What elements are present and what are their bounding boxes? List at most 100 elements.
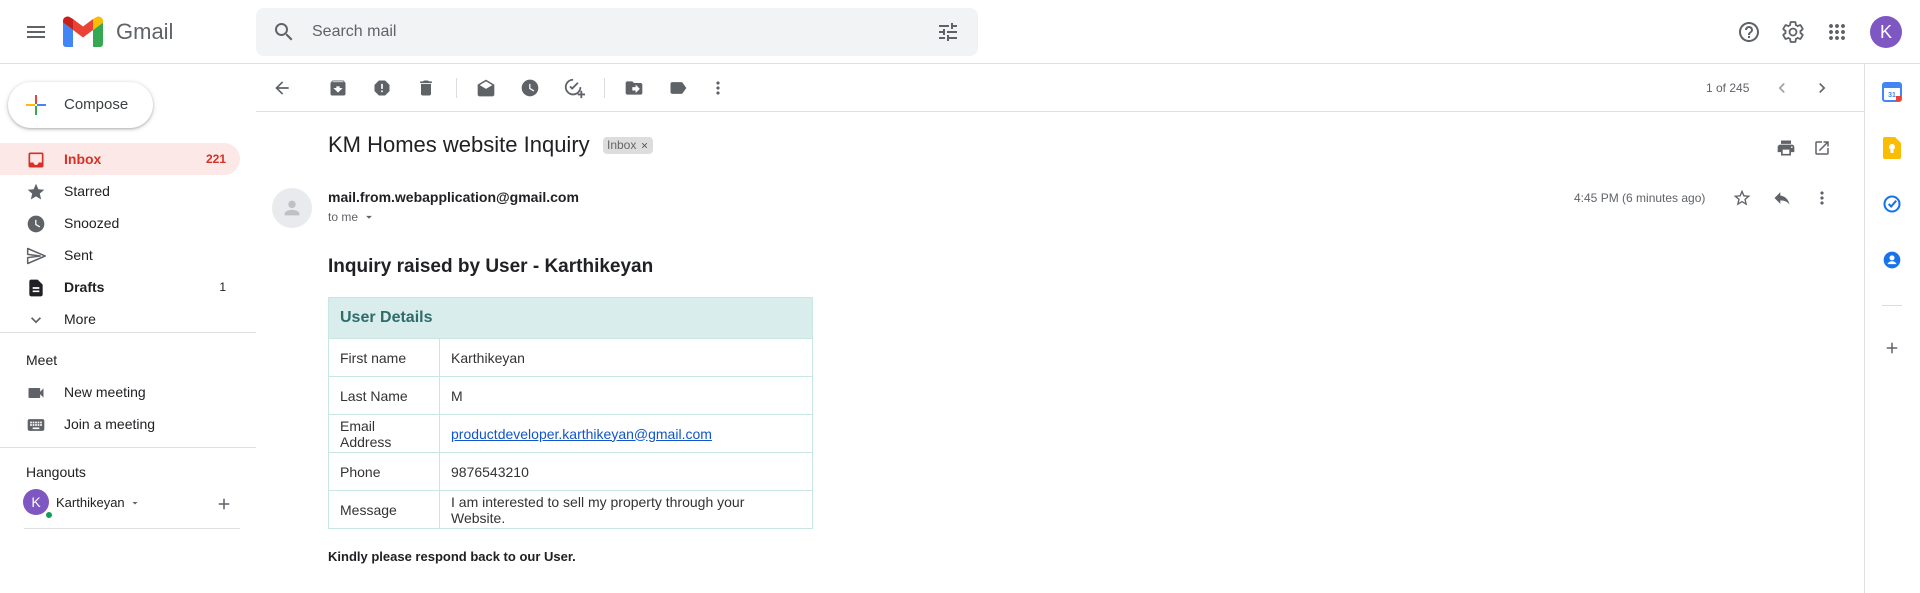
field-key: First name bbox=[328, 338, 440, 377]
open-new-window-icon bbox=[1813, 139, 1831, 157]
open-in-new-window-button[interactable] bbox=[1802, 128, 1842, 168]
message-more-button[interactable] bbox=[1802, 178, 1842, 218]
sender-email[interactable]: mail.from.webapplication@gmail.com bbox=[328, 189, 579, 205]
tune-icon bbox=[936, 20, 960, 44]
recipient-details[interactable]: to me bbox=[328, 210, 376, 224]
closing-text: Kindly please respond back to our User. bbox=[328, 549, 576, 564]
keep-button[interactable] bbox=[1876, 132, 1908, 164]
sidebar-divider bbox=[0, 332, 256, 333]
settings-button[interactable] bbox=[1773, 12, 1813, 52]
chevron-right-icon bbox=[1812, 78, 1832, 98]
archive-button[interactable] bbox=[318, 68, 358, 108]
arrow-drop-down-icon bbox=[362, 210, 376, 224]
sidebar-item-sent[interactable]: Sent bbox=[0, 239, 240, 271]
inbox-label-chip[interactable]: Inbox bbox=[603, 137, 654, 154]
sidebar-item-label: More bbox=[64, 311, 96, 327]
new-conversation-button[interactable] bbox=[212, 492, 236, 516]
move-to-button[interactable] bbox=[614, 68, 654, 108]
hangouts-user-name: Karthikeyan bbox=[56, 495, 125, 510]
field-key: Message bbox=[328, 490, 440, 529]
sidebar-item-label: Inbox bbox=[64, 151, 102, 167]
sidebar-item-inbox[interactable]: Inbox 221 bbox=[0, 143, 240, 175]
account-avatar[interactable]: K bbox=[1870, 16, 1902, 48]
keep-icon bbox=[1883, 137, 1901, 159]
table-title: User Details bbox=[328, 297, 813, 339]
sidebar-item-label: Join a meeting bbox=[64, 416, 156, 432]
snooze-button[interactable] bbox=[510, 68, 550, 108]
inbox-icon bbox=[26, 150, 46, 170]
close-icon[interactable] bbox=[640, 141, 649, 150]
get-addons-button[interactable] bbox=[1876, 332, 1908, 364]
star-icon bbox=[26, 182, 46, 202]
search-options-button[interactable] bbox=[928, 12, 968, 52]
table-row: Phone 9876543210 bbox=[328, 452, 813, 491]
recipient-text: to me bbox=[328, 210, 359, 224]
mark-unread-button[interactable] bbox=[466, 68, 506, 108]
delete-button[interactable] bbox=[406, 68, 446, 108]
svg-text:31: 31 bbox=[1888, 92, 1896, 99]
add-to-tasks-button[interactable] bbox=[554, 68, 594, 108]
search-input[interactable] bbox=[312, 14, 912, 50]
online-status-dot bbox=[44, 510, 54, 520]
sidebar-divider bbox=[24, 528, 240, 529]
hangouts-user[interactable]: Karthikeyan bbox=[56, 495, 141, 510]
more-actions-button[interactable] bbox=[698, 68, 738, 108]
report-spam-button[interactable] bbox=[362, 68, 402, 108]
hangouts-section-title: Hangouts bbox=[26, 464, 86, 480]
report-spam-icon bbox=[372, 78, 392, 98]
app-name: Gmail bbox=[116, 19, 174, 44]
field-value-cell: productdeveloper.karthikeyan@gmail.com bbox=[439, 414, 813, 453]
help-button[interactable] bbox=[1729, 12, 1769, 52]
calendar-button[interactable]: 31 bbox=[1876, 76, 1908, 108]
table-row: First name Karthikeyan bbox=[328, 338, 813, 377]
gmail-logo-icon[interactable] bbox=[63, 15, 103, 49]
newer-button[interactable] bbox=[1762, 68, 1802, 108]
print-icon bbox=[1776, 138, 1796, 158]
back-button[interactable] bbox=[262, 68, 302, 108]
reply-button[interactable] bbox=[1762, 178, 1802, 218]
compose-label: Compose bbox=[64, 96, 129, 113]
delete-icon bbox=[416, 78, 436, 98]
clock-icon bbox=[26, 214, 46, 234]
sidebar-item-join-meeting[interactable]: Join a meeting bbox=[0, 408, 240, 440]
person-icon bbox=[281, 197, 303, 219]
labels-button[interactable] bbox=[658, 68, 698, 108]
tasks-button[interactable] bbox=[1876, 188, 1908, 220]
search-button[interactable] bbox=[264, 12, 304, 52]
star-button[interactable] bbox=[1722, 178, 1762, 218]
print-all-button[interactable] bbox=[1766, 128, 1806, 168]
reply-icon bbox=[1772, 188, 1792, 208]
pagination-count: 1 of 245 bbox=[1706, 81, 1750, 95]
snooze-icon bbox=[520, 78, 540, 98]
menu-icon bbox=[24, 20, 48, 44]
more-vert-icon bbox=[1812, 188, 1832, 208]
sender-avatar[interactable] bbox=[272, 188, 312, 228]
sidebar-item-starred[interactable]: Starred bbox=[0, 175, 240, 207]
sidebar-item-new-meeting[interactable]: New meeting bbox=[0, 376, 240, 408]
arrow-drop-down-icon bbox=[129, 497, 141, 509]
older-button[interactable] bbox=[1802, 68, 1842, 108]
sidebar-divider bbox=[0, 447, 256, 448]
field-value: 9876543210 bbox=[439, 452, 813, 491]
plus-icon bbox=[1883, 339, 1901, 357]
sidebar-item-label: Drafts bbox=[64, 279, 105, 295]
main-menu-button[interactable] bbox=[16, 12, 56, 52]
toolbar-separator bbox=[456, 78, 457, 98]
sidebar-item-label: Sent bbox=[64, 247, 93, 263]
archive-icon bbox=[328, 78, 348, 98]
sidebar-item-label: Snoozed bbox=[64, 215, 120, 231]
sidebar-item-more[interactable]: More bbox=[0, 303, 240, 335]
sidebar-item-snoozed[interactable]: Snoozed bbox=[0, 207, 240, 239]
chevron-down-icon bbox=[26, 310, 46, 330]
move-to-icon bbox=[624, 78, 644, 98]
email-subject: KM Homes website Inquiry bbox=[328, 132, 590, 157]
compose-button[interactable]: Compose bbox=[8, 82, 153, 128]
contacts-button[interactable] bbox=[1876, 244, 1908, 276]
sidebar-item-drafts[interactable]: Drafts 1 bbox=[0, 271, 240, 303]
sidebar-item-label: Starred bbox=[64, 183, 110, 199]
back-arrow-icon bbox=[272, 78, 292, 98]
email-link[interactable]: productdeveloper.karthikeyan@gmail.com bbox=[451, 426, 712, 442]
side-panel-divider bbox=[1882, 305, 1902, 306]
google-apps-button[interactable] bbox=[1817, 12, 1857, 52]
more-vert-icon bbox=[708, 78, 728, 98]
